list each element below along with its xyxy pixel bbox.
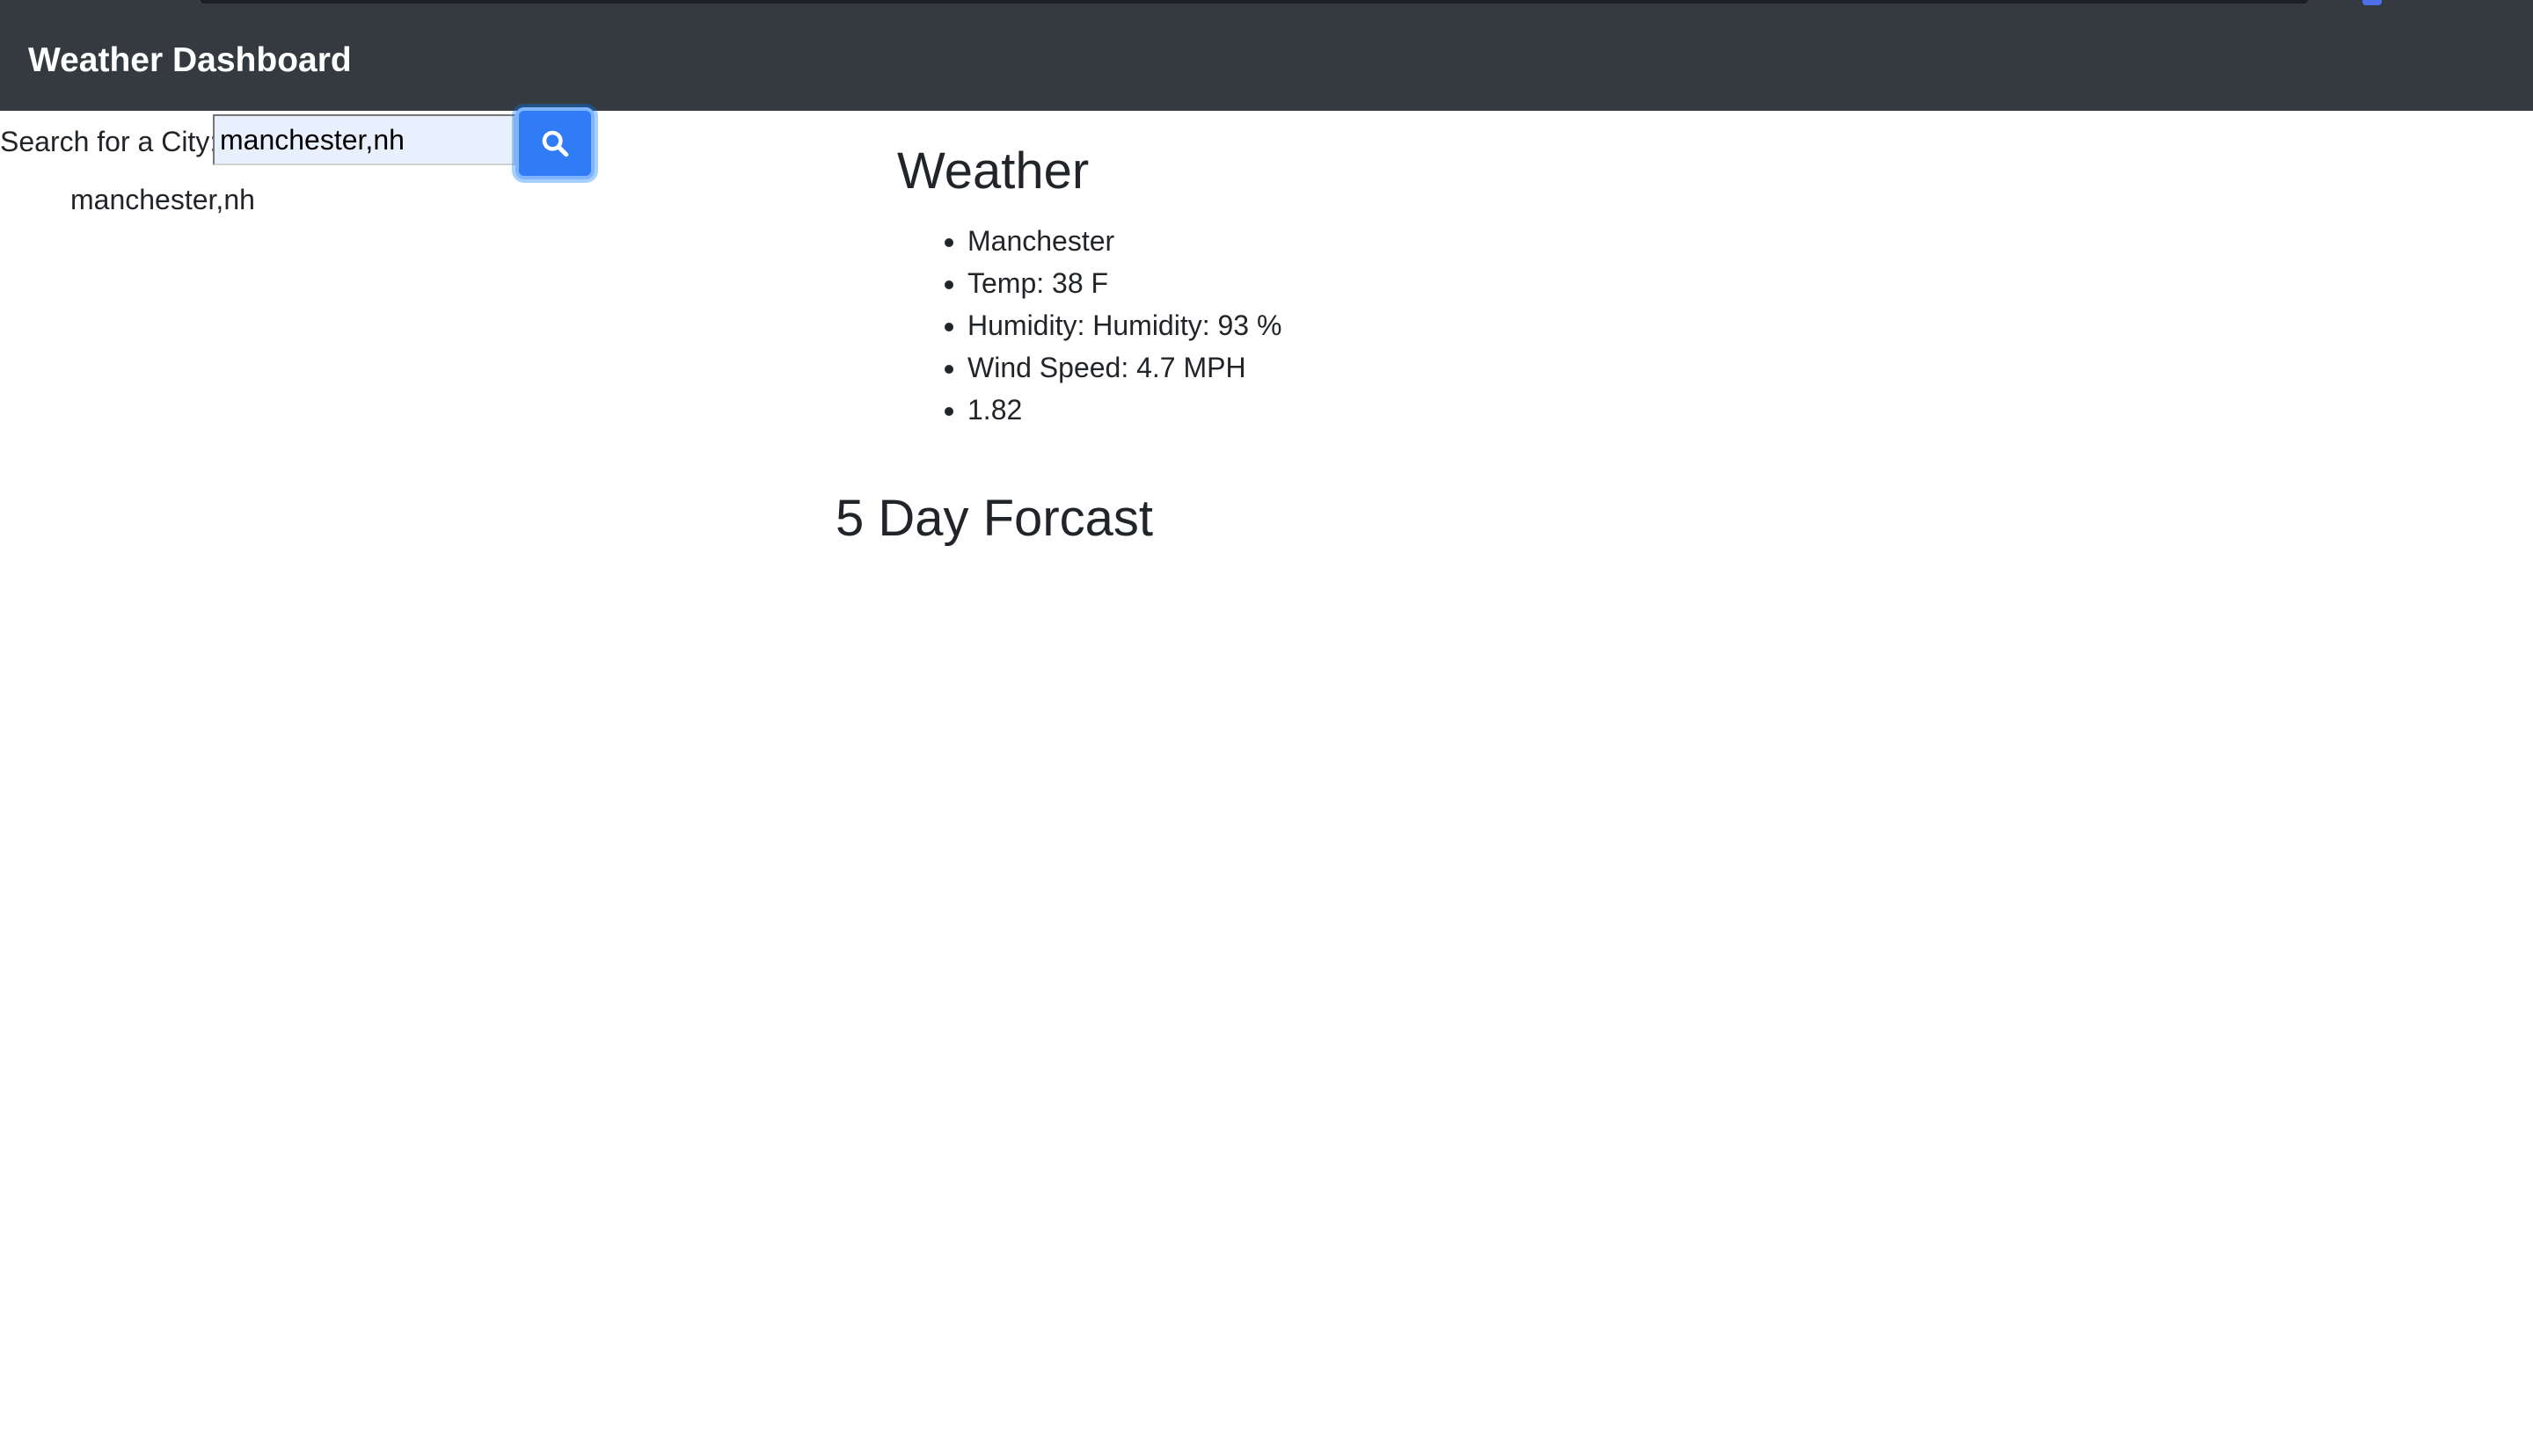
weather-temp: Temp: 38 F xyxy=(967,262,1281,304)
browser-chrome-strip xyxy=(0,0,2533,12)
current-weather-title: Weather xyxy=(897,142,1090,200)
weather-uv-index: 1.82 xyxy=(967,389,1281,431)
weather-city: Manchester xyxy=(967,220,1281,262)
navbar-brand[interactable]: Weather Dashboard xyxy=(28,39,352,84)
search-icon xyxy=(542,130,569,157)
forecast-title: 5 Day Forcast xyxy=(836,490,1153,547)
weather-humidity: Humidity: Humidity: 93 % xyxy=(967,304,1281,346)
weather-wind-speed: Wind Speed: 4.7 MPH xyxy=(967,346,1281,389)
navbar: Weather Dashboard xyxy=(0,12,2533,111)
search-history-item[interactable]: manchester,nh xyxy=(70,179,255,220)
search-button[interactable] xyxy=(515,107,595,179)
search-label: Search for a City: xyxy=(0,126,218,157)
browser-indicator xyxy=(2362,0,2382,5)
browser-address-bar-edge xyxy=(201,0,2308,4)
search-history-list: manchester,nh xyxy=(70,179,255,220)
city-search-input[interactable] xyxy=(213,114,515,165)
current-weather-list: Manchester Temp: 38 F Humidity: Humidity… xyxy=(967,220,1281,431)
